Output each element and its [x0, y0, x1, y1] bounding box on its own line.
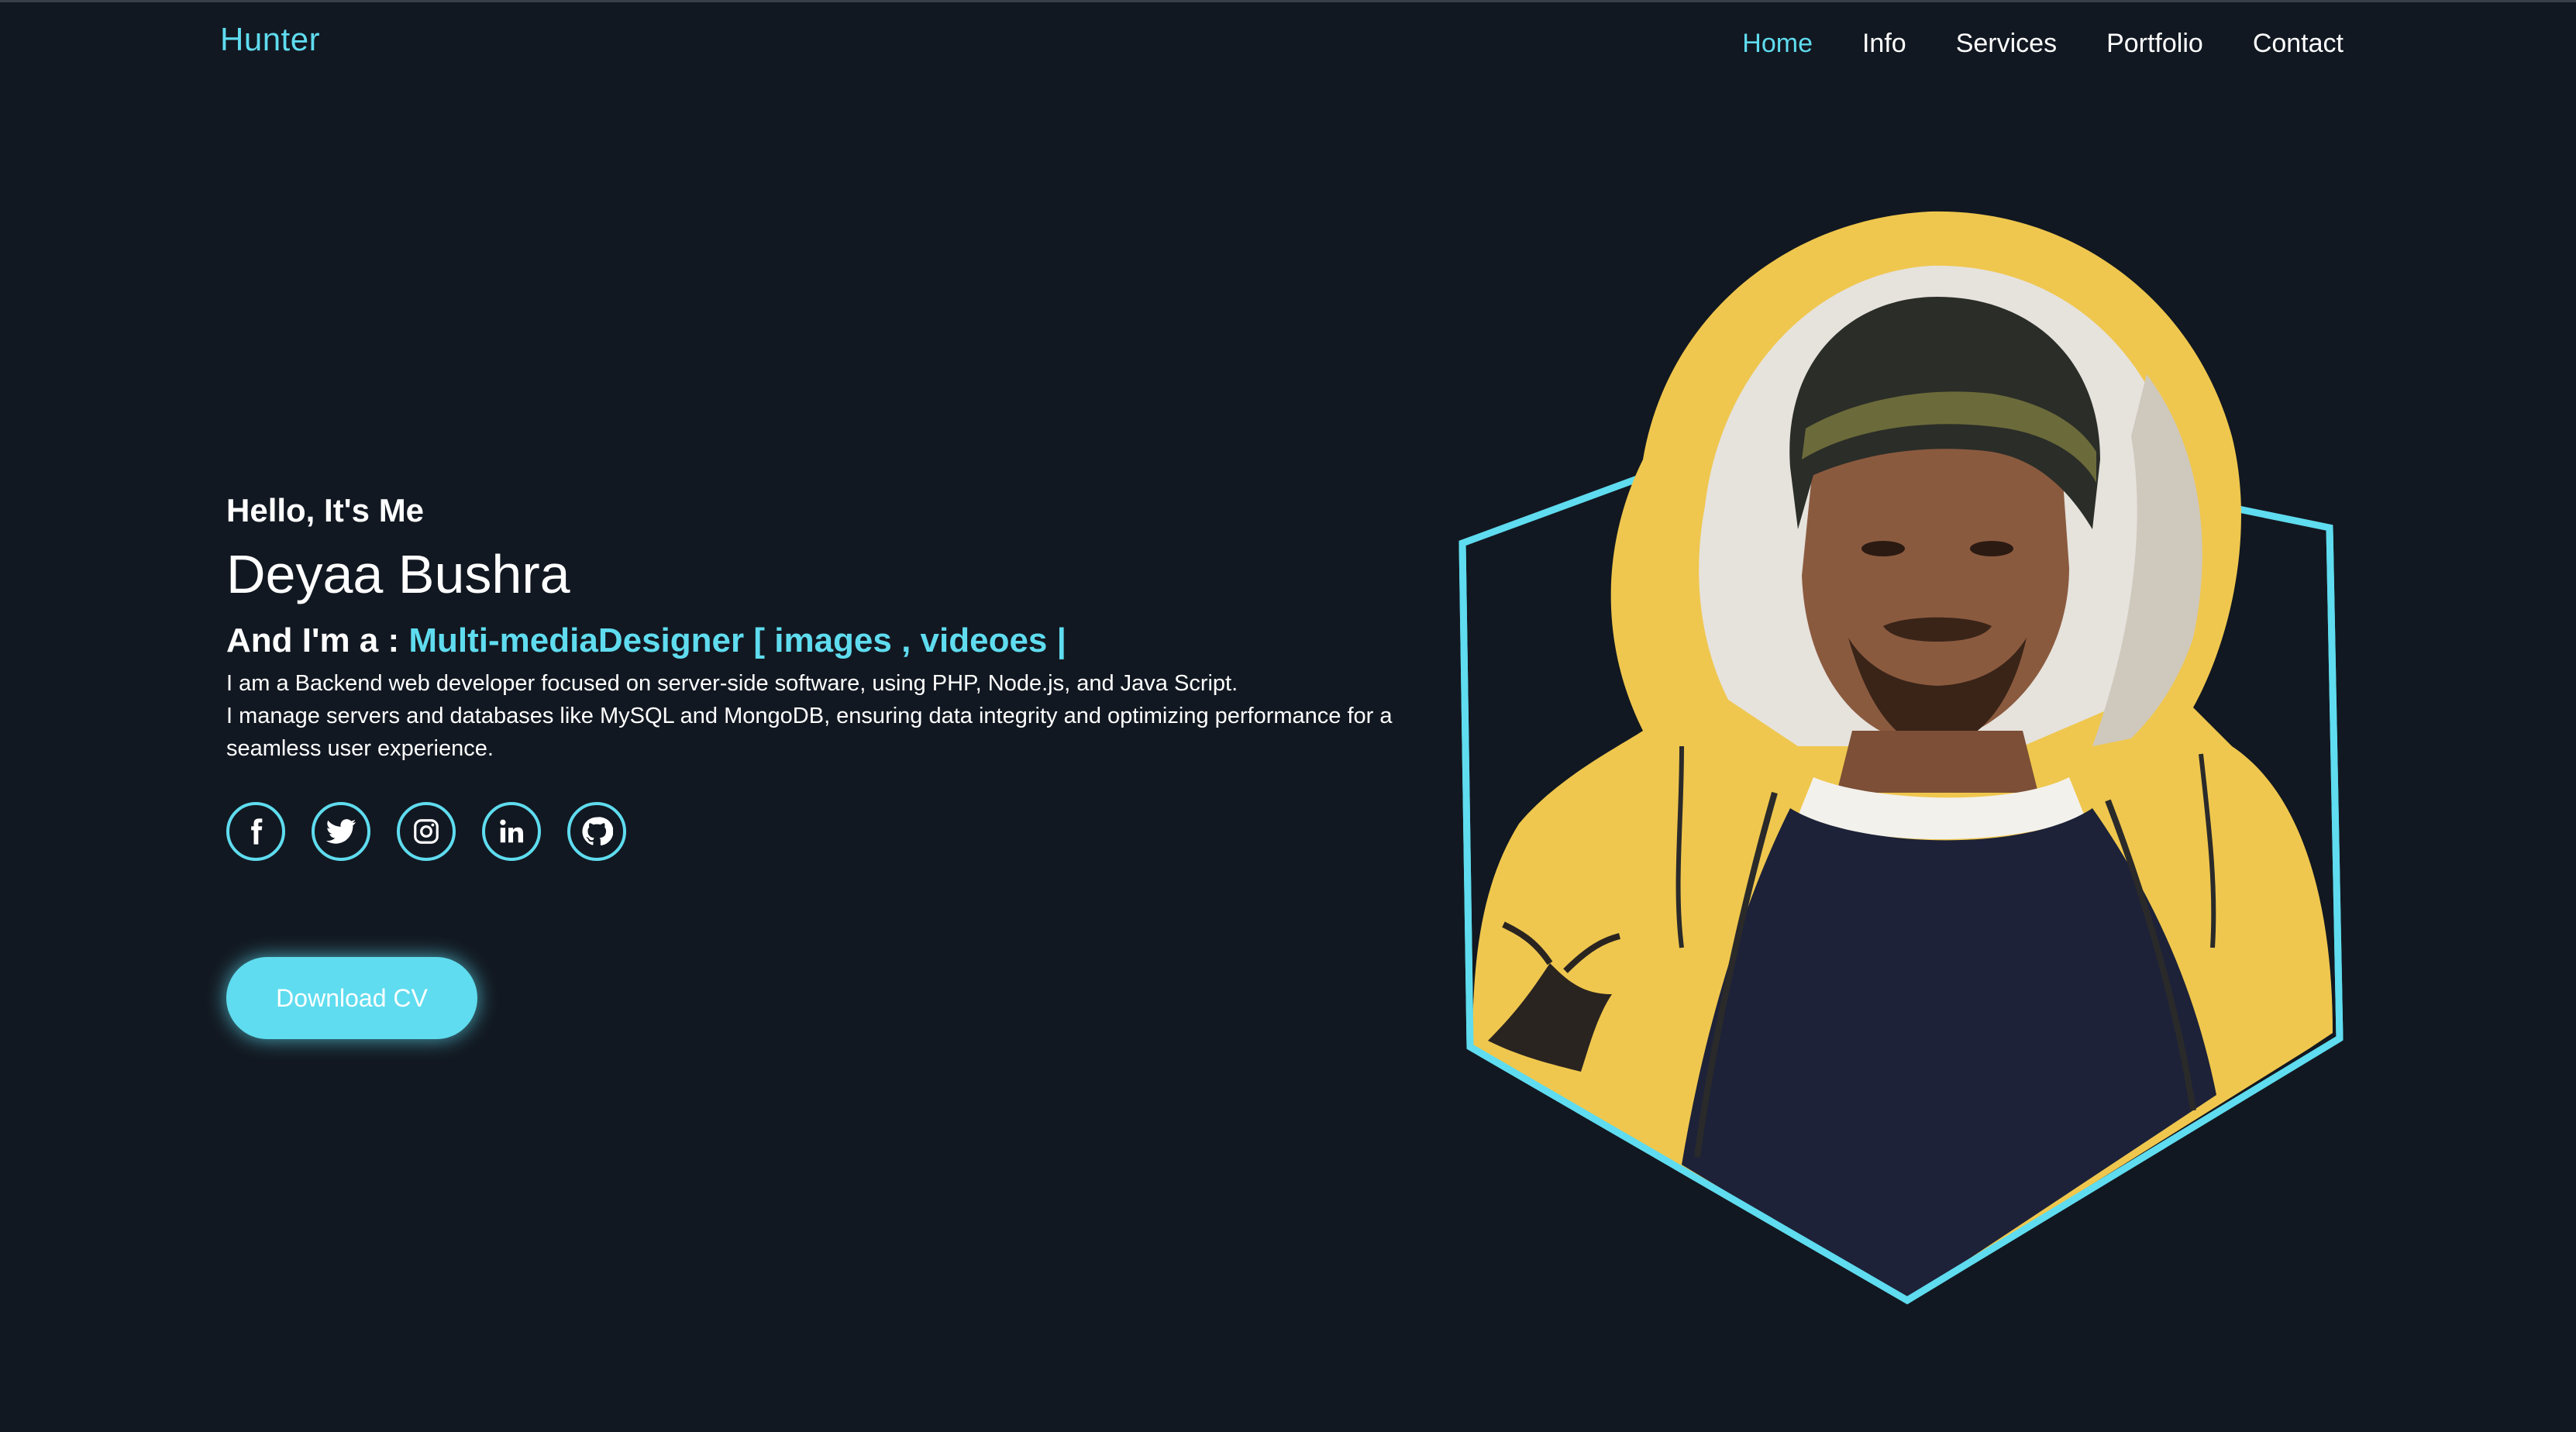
download-cv-button[interactable]: Download CV [226, 957, 477, 1039]
hero-name: Deyaa Bushra [226, 544, 570, 604]
top-navbar: Hunter Home Info Services Portfolio Cont… [0, 2, 2576, 91]
hexagon-frame-left [1458, 542, 1474, 1048]
nav-links: Home Info Services Portfolio Contact [1742, 29, 2344, 59]
nav-link-services[interactable]: Services [1956, 29, 2057, 59]
hero-description: I am a Backend web developer focused on … [226, 667, 1435, 765]
description-line-1: I am a Backend web developer focused on … [226, 671, 1238, 696]
hero-greeting: Hello, It's Me [226, 492, 425, 528]
social-links [226, 802, 626, 861]
twitter-icon [325, 819, 356, 844]
facebook-icon [251, 818, 263, 845]
nav-link-home[interactable]: Home [1742, 29, 1813, 59]
description-line-2: I manage servers and databases like MySQ… [226, 704, 1393, 761]
instagram-link[interactable] [397, 802, 456, 861]
facebook-link[interactable] [226, 802, 285, 861]
role-prefix: And I'm a : [226, 621, 409, 659]
hero-role: And I'm a : Multi-mediaDesigner [ images… [226, 618, 1451, 664]
github-link[interactable] [567, 802, 626, 861]
nav-link-contact[interactable]: Contact [2253, 29, 2344, 59]
hero-section: Hello, It's Me Deyaa Bushra And I'm a : … [226, 487, 1451, 765]
nav-link-portfolio[interactable]: Portfolio [2106, 29, 2203, 59]
role-highlight: Multi-mediaDesigner [ images , videoes | [408, 621, 1066, 659]
portrait-hexagon [1458, 211, 2344, 1305]
site-logo[interactable]: Hunter [220, 21, 320, 58]
instagram-icon [414, 819, 439, 844]
profile-photo [1472, 211, 2333, 1300]
github-icon [582, 817, 613, 846]
page: Hunter Home Info Services Portfolio Cont… [0, 0, 2576, 1432]
hexagon-frame-right [2326, 527, 2344, 1039]
linkedin-icon [500, 819, 524, 843]
nav-link-info[interactable]: Info [1862, 29, 1906, 59]
linkedin-link[interactable] [482, 802, 541, 861]
twitter-link[interactable] [312, 802, 370, 861]
